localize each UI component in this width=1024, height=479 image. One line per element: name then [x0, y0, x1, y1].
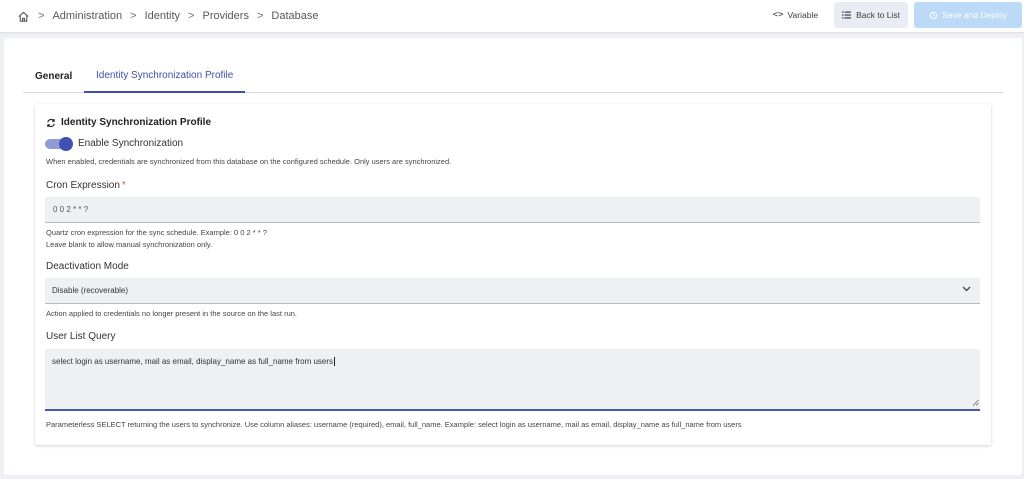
deactivation-mode-help: Action applied to credentials no longer …	[46, 309, 297, 318]
breadcrumb-providers[interactable]: Providers	[202, 10, 248, 22]
enable-sync-label: Enable Synchronization	[78, 138, 184, 149]
deactivation-mode-label: Deactivation Mode	[46, 261, 129, 272]
tab-bar: General Identity Synchronization Profile	[23, 60, 1003, 93]
deactivation-mode-select[interactable]: Disable (recoverable)	[45, 278, 980, 304]
deactivation-mode-value: Disable (recoverable)	[52, 286, 129, 295]
list-icon	[842, 11, 852, 19]
save-and-deploy-button[interactable]: Save and Deploy	[914, 2, 1022, 28]
variable-button-label: Variable	[787, 10, 819, 20]
breadcrumb-separator: >	[130, 10, 137, 22]
card-title: Identity Synchronization Profile	[46, 116, 211, 129]
resize-grip-icon[interactable]	[972, 399, 979, 408]
card-title-text: Identity Synchronization Profile	[61, 117, 212, 128]
text-caret	[334, 357, 336, 367]
cron-help-line-1: Quartz cron expression for the sync sche…	[46, 228, 267, 237]
back-to-list-label: Back to List	[856, 10, 900, 20]
enable-sync-toggle[interactable]	[45, 137, 73, 151]
user-list-query-textarea[interactable]: select login as username, mail as email,…	[45, 349, 980, 411]
breadcrumb-separator: >	[38, 10, 45, 22]
breadcrumb-identity[interactable]: Identity	[145, 10, 180, 22]
code-icon: <>	[772, 10, 784, 20]
variable-button[interactable]: <> Variable	[765, 2, 826, 28]
sync-icon	[46, 118, 56, 128]
deploy-icon	[929, 11, 938, 20]
cron-expression-label: Cron Expression *	[46, 180, 126, 191]
user-list-query-value: select login as username, mail as email,…	[52, 357, 334, 366]
tab-identity-synchronization-profile[interactable]: Identity Synchronization Profile	[84, 60, 246, 93]
back-to-list-button[interactable]: Back to List	[834, 2, 908, 28]
tab-general[interactable]: General	[23, 60, 84, 93]
chevron-down-icon	[962, 286, 971, 292]
breadcrumb: > Administration > Identity > Providers …	[17, 0, 318, 32]
cron-help-line-2: Leave blank to allow manual synchronizat…	[46, 240, 213, 249]
top-bar: > Administration > Identity > Providers …	[0, 0, 1024, 32]
required-marker: *	[121, 180, 126, 191]
user-list-query-label: User List Query	[46, 331, 116, 342]
toggle-thumb	[59, 137, 73, 151]
breadcrumb-administration[interactable]: Administration	[52, 10, 122, 22]
page-actions: <> Variable Back to List Save and Deploy	[765, 2, 1022, 28]
home-icon[interactable]	[17, 10, 30, 23]
cron-expression-label-text: Cron Expression	[46, 180, 120, 191]
cron-expression-input[interactable]: 0 0 2 * * ?	[45, 197, 980, 223]
breadcrumb-separator: >	[256, 10, 264, 22]
user-list-query-help: Parameterless SELECT returning the users…	[46, 420, 742, 429]
enable-sync-help: When enabled, credentials are synchroniz…	[46, 157, 452, 166]
save-and-deploy-label: Save and Deploy	[942, 10, 1007, 20]
breadcrumb-database: Database	[271, 10, 319, 22]
breadcrumb-separator: >	[188, 10, 195, 22]
